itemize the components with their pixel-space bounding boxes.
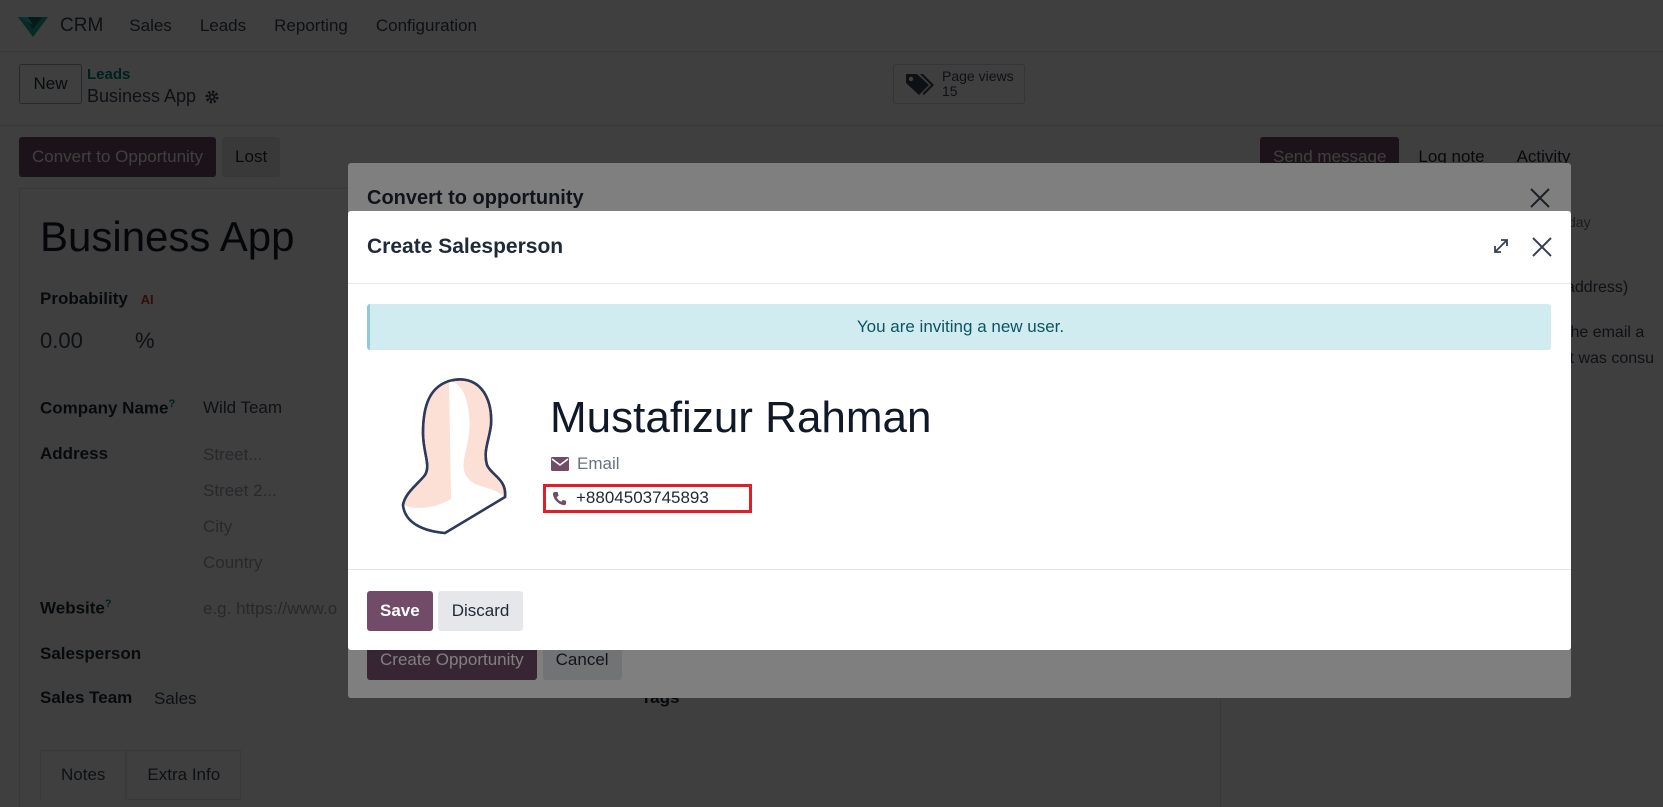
discard-button[interactable]: Discard bbox=[437, 591, 524, 631]
phone-field[interactable]: +8804503745893 bbox=[552, 488, 709, 508]
dialog-footer: Save Discard bbox=[348, 569, 1571, 650]
envelope-icon bbox=[551, 457, 569, 471]
user-name-input[interactable]: Mustafizur Rahman bbox=[550, 393, 931, 443]
dialog-title: Create Salesperson bbox=[367, 235, 564, 258]
dialog-header: Create Salesperson bbox=[348, 211, 1571, 284]
email-placeholder: Email bbox=[577, 454, 620, 473]
phone-icon bbox=[552, 491, 567, 505]
dialog-footer-buttons: Save Discard bbox=[367, 591, 524, 631]
close-icon[interactable] bbox=[1530, 235, 1554, 259]
create-salesperson-dialog: Create Salesperson You are inviting a ne… bbox=[348, 211, 1571, 650]
save-button[interactable]: Save bbox=[367, 591, 433, 631]
invite-alert: You are inviting a new user. bbox=[367, 304, 1551, 350]
email-field[interactable]: Email bbox=[551, 454, 620, 474]
phone-value: +8804503745893 bbox=[576, 488, 709, 507]
avatar-placeholder-icon[interactable] bbox=[395, 373, 555, 535]
expand-icon[interactable] bbox=[1491, 236, 1511, 256]
